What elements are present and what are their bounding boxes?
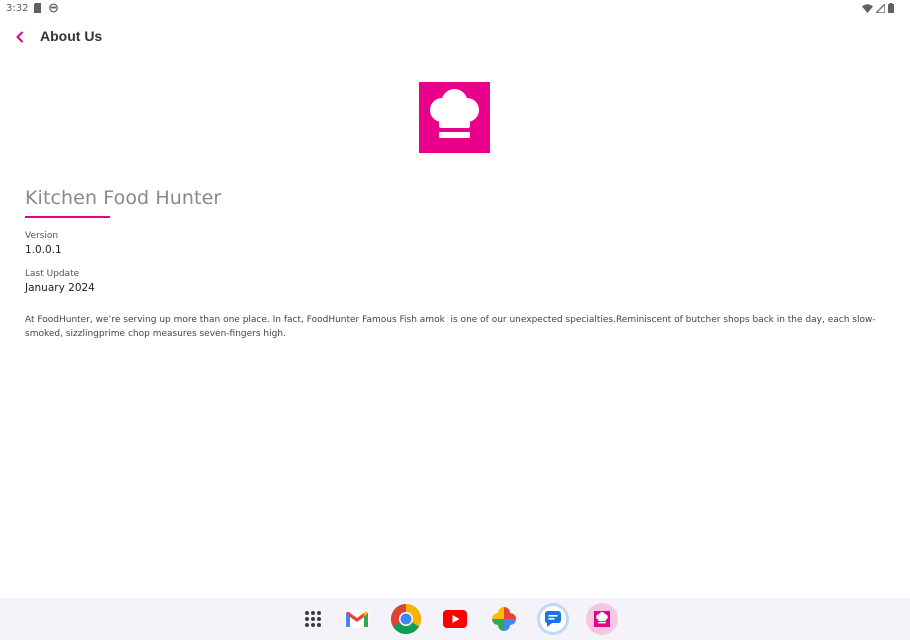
title-underline	[25, 216, 110, 218]
page-title: About Us	[40, 28, 103, 44]
about-screen: 3:32 About Us Kitchen Food Hunter Versio…	[0, 0, 910, 640]
signal-icon	[876, 3, 885, 13]
wifi-icon	[862, 3, 873, 13]
battery-icon	[888, 3, 894, 13]
app-drawer-icon	[305, 611, 321, 627]
messages-button[interactable]	[536, 602, 570, 636]
youtube-button[interactable]	[438, 602, 472, 636]
photos-button[interactable]	[487, 602, 521, 636]
messages-icon	[537, 603, 569, 635]
kitchen-food-hunter-button[interactable]	[585, 602, 619, 636]
gmail-button[interactable]	[340, 602, 374, 636]
app-drawer-button[interactable]	[296, 602, 330, 636]
back-button[interactable]	[8, 24, 32, 50]
youtube-icon	[443, 610, 467, 628]
photos-icon	[492, 607, 516, 631]
chrome-button[interactable]	[389, 602, 423, 636]
version-value: 1.0.0.1	[25, 244, 62, 256]
last-update-label: Last Update	[25, 269, 80, 279]
sd-card-icon	[34, 3, 41, 13]
kitchen-food-hunter-icon	[586, 603, 618, 635]
status-time: 3:32	[6, 3, 29, 14]
chrome-icon	[390, 604, 422, 635]
status-bar: 3:32	[0, 0, 910, 18]
taskbar	[0, 598, 910, 640]
app-name: Kitchen Food Hunter	[25, 187, 222, 209]
about-description: At FoodHunter, we’re serving up more tha…	[25, 315, 876, 339]
gmail-icon	[345, 610, 369, 628]
last-update-value: January 2024	[25, 282, 95, 294]
status-icons	[862, 3, 894, 13]
android-icon	[49, 3, 58, 13]
chef-hat-logo-icon	[419, 82, 490, 153]
version-label: Version	[25, 231, 59, 241]
chevron-left-icon	[16, 31, 23, 43]
app-bar: About Us	[0, 22, 910, 52]
